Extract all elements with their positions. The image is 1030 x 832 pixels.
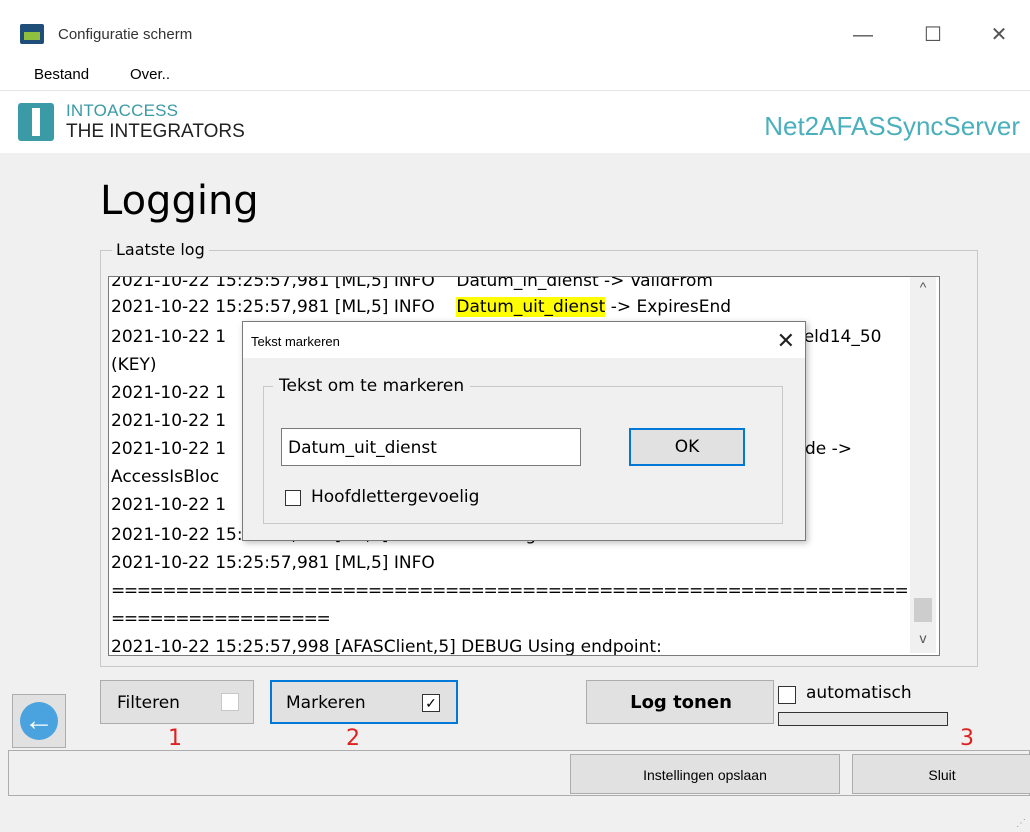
- log-line: 2021-10-22 15:25:57,981 [ML,5] INFO: [111, 553, 435, 573]
- log-line: (KEY): [111, 355, 157, 375]
- close-window-button[interactable]: ✕: [976, 18, 1022, 52]
- log-line: 2021-10-22 15:25:57,981 [ML,5] INFO Datu…: [111, 276, 713, 291]
- log-line-tail: de ->: [805, 439, 853, 459]
- log-line: 2021-10-22 1: [111, 383, 227, 403]
- resize-grip-icon[interactable]: ⋰: [1016, 818, 1026, 829]
- maximize-button[interactable]: ☐: [910, 18, 956, 52]
- log-group-label: Laatste log: [112, 240, 209, 259]
- auto-progress-bar: [778, 712, 948, 726]
- filter-checkbox[interactable]: [221, 693, 239, 711]
- show-log-button[interactable]: Log tonen: [586, 680, 774, 724]
- log-line: ========================================…: [111, 581, 909, 601]
- save-settings-button[interactable]: Instellingen opslaan: [570, 754, 840, 794]
- log-line: 2021-10-22 1: [111, 495, 227, 515]
- mark-button[interactable]: Markeren ✓: [270, 680, 458, 724]
- show-log-label: Log tonen: [630, 692, 732, 713]
- log-line: 2021-10-22 15:25:57,998 [AFASClient,5] D…: [111, 637, 662, 656]
- ok-button[interactable]: OK: [629, 428, 745, 466]
- page-title: Logging: [100, 178, 259, 224]
- mark-label: Markeren: [286, 693, 366, 713]
- case-sensitive-label: Hoofdlettergevoelig: [311, 487, 480, 507]
- log-scrollbar[interactable]: [910, 277, 936, 653]
- auto-checkbox[interactable]: [778, 686, 796, 704]
- title-bar: Configuratie scherm — ☐ ✕: [0, 0, 1030, 58]
- log-line-tail: ield14_50: [799, 327, 882, 347]
- back-button[interactable]: [12, 694, 66, 748]
- scroll-thumb[interactable]: [914, 598, 932, 622]
- annotation-number: 2: [346, 726, 360, 751]
- back-arrow-icon: [20, 702, 58, 740]
- app-name: Net2AFASSyncServer: [764, 111, 1020, 141]
- log-line: 2021-10-22 1: [111, 411, 227, 431]
- logo-text-top: INTOACCESS: [66, 101, 179, 120]
- log-line: 2021-10-22 1: [111, 439, 227, 459]
- header-banner: INTOACCESS THE INTEGRATORS Net2AFASSyncS…: [0, 91, 1030, 153]
- close-button[interactable]: Sluit: [852, 754, 1030, 794]
- app-icon: [20, 24, 44, 44]
- menu-bestand[interactable]: Bestand: [34, 66, 89, 83]
- auto-label: automatisch: [806, 683, 912, 703]
- log-line: 2021-10-22 1: [111, 327, 227, 347]
- annotation-number: 3: [960, 726, 974, 751]
- window-title: Configuratie scherm: [58, 26, 193, 43]
- scroll-up-arrow-icon[interactable]: ^: [910, 279, 936, 299]
- dialog-title: Tekst markeren: [251, 334, 340, 349]
- log-line: AccessIsBloc: [111, 467, 220, 487]
- annotation-number: 1: [168, 726, 182, 751]
- mark-text-dialog: Tekst markeren ✕ Tekst om te markeren Da…: [242, 321, 806, 541]
- intoaccess-logo-icon: [18, 103, 54, 141]
- log-highlight: Datum_uit_dienst: [456, 297, 606, 317]
- menu-bar: Bestand Over..: [0, 58, 1030, 91]
- case-sensitive-checkbox[interactable]: [285, 490, 301, 506]
- dialog-group-label: Tekst om te markeren: [273, 376, 471, 396]
- filter-label: Filteren: [117, 693, 180, 713]
- dialog-close-button[interactable]: ✕: [777, 328, 795, 354]
- mark-checkbox[interactable]: ✓: [422, 694, 440, 712]
- log-line: 2021-10-22 15:25:57,981 [ML,5] INFO Datu…: [111, 297, 732, 317]
- minimize-button[interactable]: —: [840, 18, 886, 52]
- log-line: =================: [111, 609, 331, 629]
- filter-button[interactable]: Filteren: [100, 680, 254, 724]
- logo-text-bottom: THE INTEGRATORS: [66, 121, 245, 142]
- scroll-down-arrow-icon[interactable]: v: [910, 630, 936, 650]
- mark-text-input[interactable]: Datum_uit_dienst: [281, 428, 581, 466]
- dialog-title-bar: Tekst markeren ✕: [243, 322, 805, 358]
- menu-over[interactable]: Over..: [130, 66, 170, 83]
